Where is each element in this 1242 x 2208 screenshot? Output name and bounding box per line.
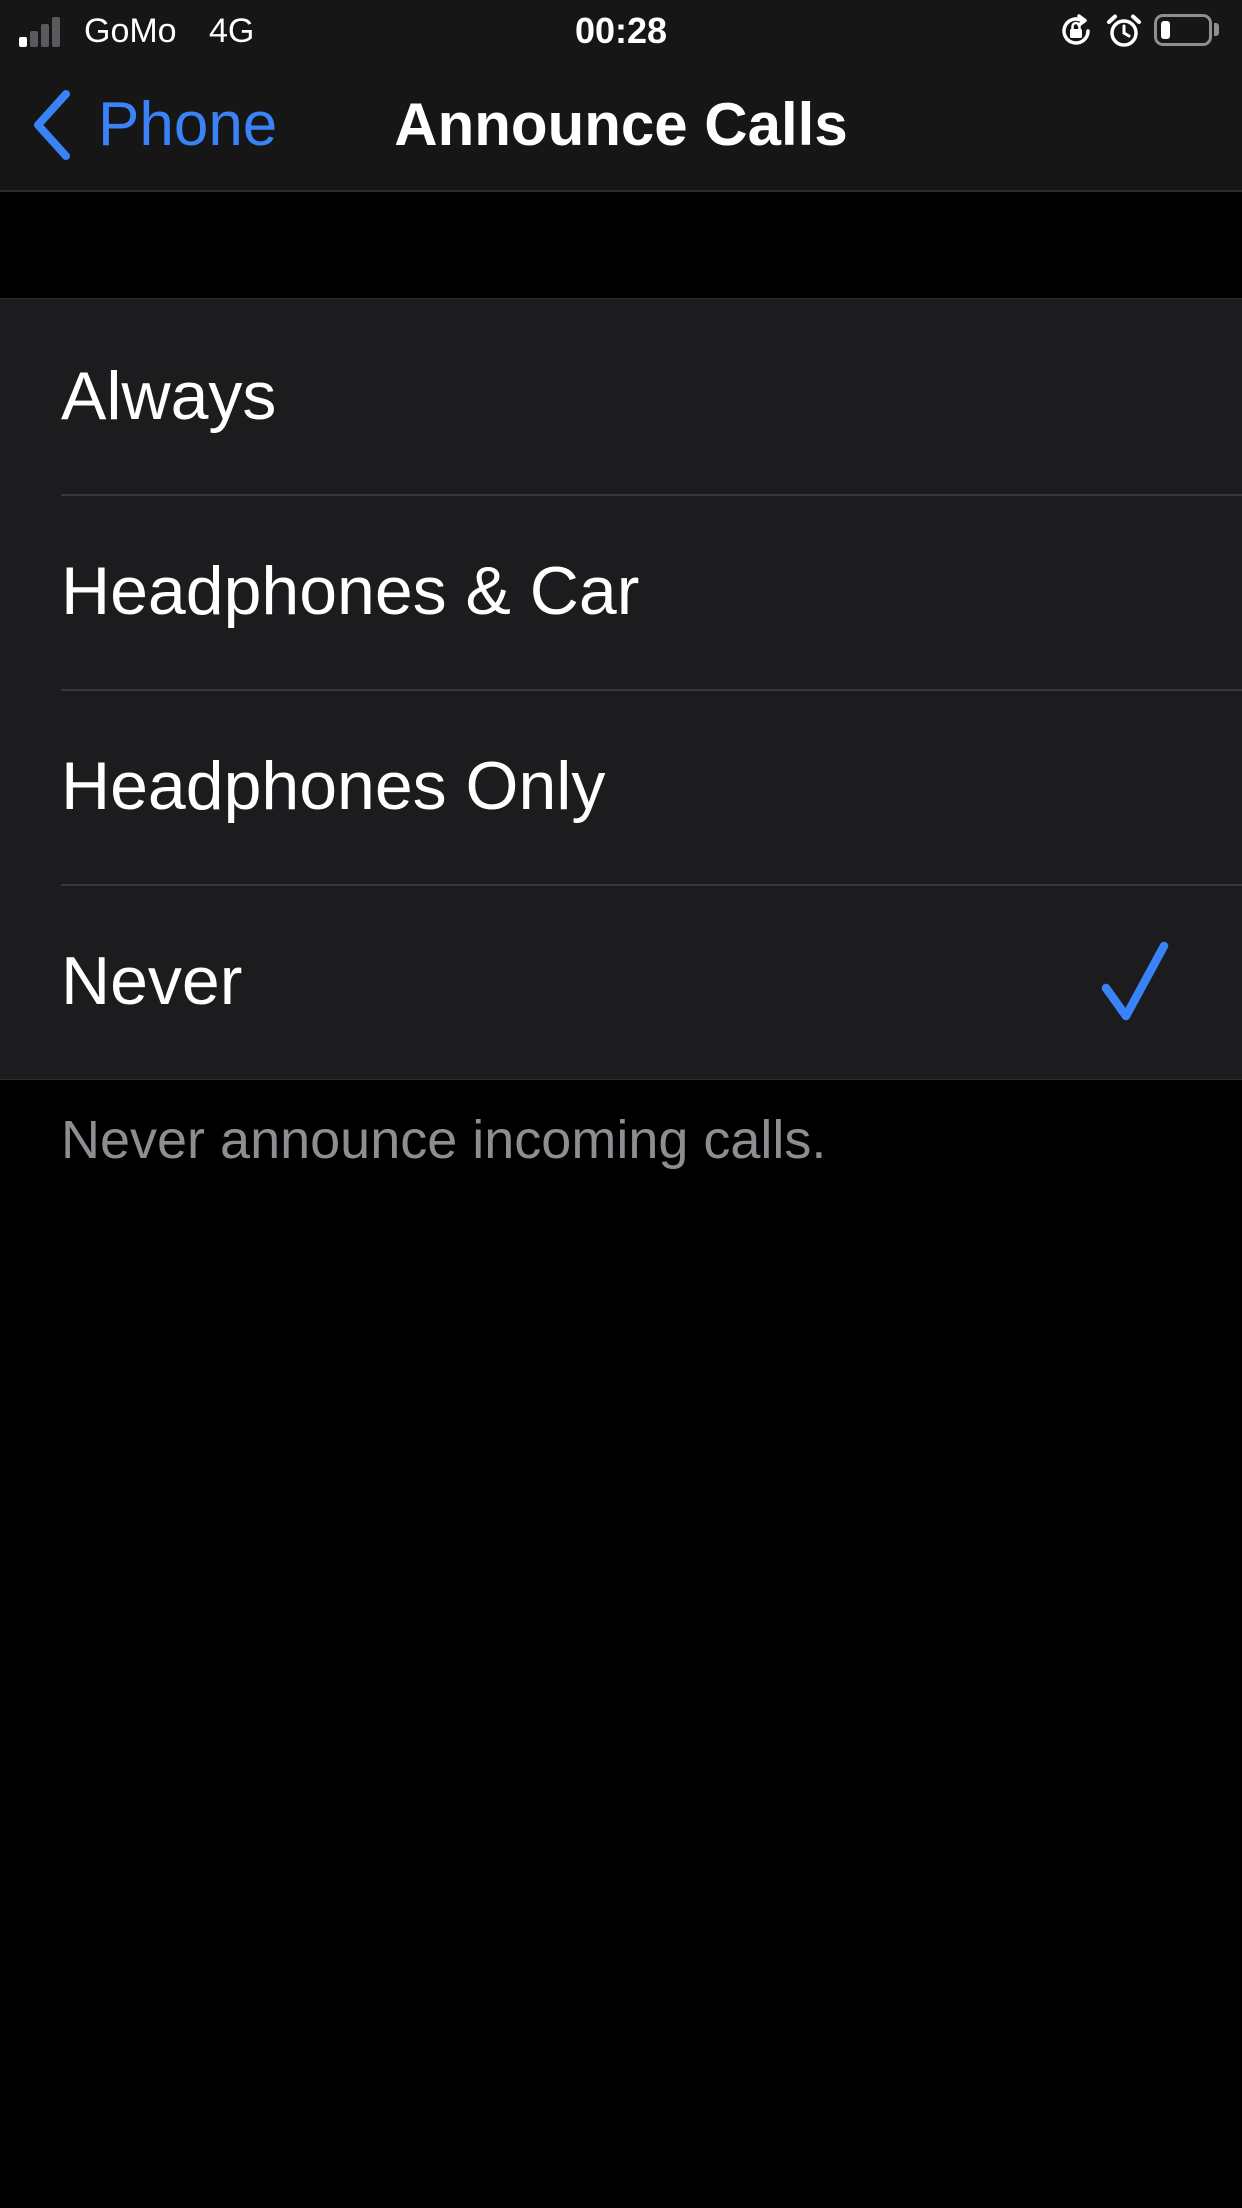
option-always[interactable]: Always	[0, 299, 1242, 494]
option-label: Always	[61, 358, 277, 434]
checkmark-icon	[1101, 941, 1169, 1021]
status-time: 00:28	[574, 10, 668, 51]
option-headphones-only[interactable]: Headphones Only	[0, 689, 1242, 884]
page-title: Announce Calls	[394, 91, 848, 158]
option-label: Headphones & Car	[61, 553, 640, 629]
alarm-icon	[1107, 14, 1141, 47]
orientation-lock-icon	[1062, 14, 1090, 45]
navigation-bar: Phone Announce Calls	[0, 62, 1242, 192]
battery-icon	[1154, 14, 1212, 46]
announce-options-list: Always Headphones & Car Headphones Only …	[0, 298, 1242, 1080]
option-label: Never	[61, 943, 243, 1019]
option-never[interactable]: Never	[0, 884, 1242, 1079]
option-description: Never announce incoming calls.	[61, 1110, 827, 1170]
option-label: Headphones Only	[61, 748, 606, 824]
battery-nub	[1214, 23, 1219, 36]
status-bar: GoMo 4G 00:28	[0, 0, 1242, 62]
option-headphones-and-car[interactable]: Headphones & Car	[0, 494, 1242, 689]
